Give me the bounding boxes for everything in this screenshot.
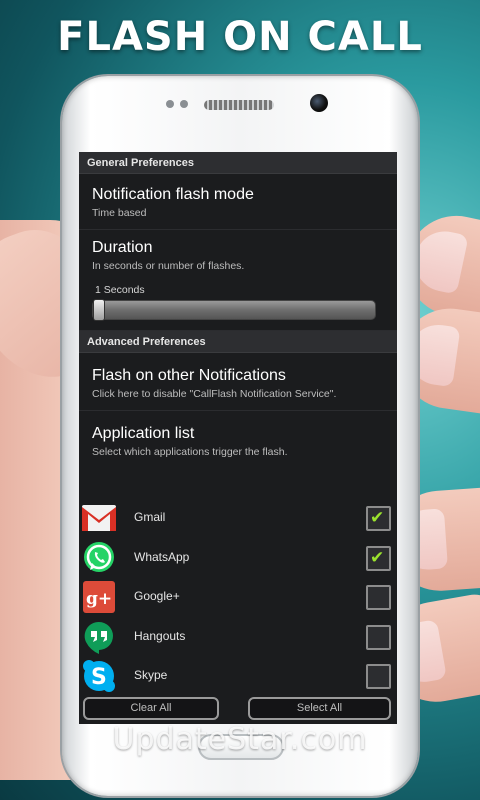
check-mark-icon: ✔: [370, 547, 385, 568]
pref-subtitle: In seconds or number of flashes.: [92, 260, 245, 272]
app-row-whatsapp[interactable]: WhatsApp ✔: [79, 538, 397, 578]
pref-other-notifications[interactable]: Flash on other Notifications Click here …: [79, 353, 397, 411]
gmail-icon: [81, 501, 117, 535]
pref-subtitle: Select which applications trigger the fl…: [92, 446, 288, 458]
pref-title: Flash on other Notifications: [92, 367, 286, 384]
app-checkbox[interactable]: ✔: [366, 545, 391, 571]
app-checkbox[interactable]: [366, 585, 391, 610]
sensor-dot: [180, 100, 188, 108]
check-mark-icon: ✔: [370, 508, 385, 528]
section-header-advanced: Advanced Preferences: [79, 331, 397, 353]
app-name: WhatsApp: [134, 549, 190, 564]
pref-title: Application list: [92, 425, 195, 442]
earpiece-speaker: [204, 100, 274, 110]
pref-notification-mode[interactable]: Notification flash mode Time based: [79, 174, 397, 230]
app-checkbox[interactable]: [366, 624, 391, 650]
pref-application-list[interactable]: Application list Select which applicatio…: [79, 411, 397, 469]
bottom-button-bar: Clear All Select All: [79, 696, 397, 724]
clear-all-button[interactable]: Clear All: [83, 697, 219, 720]
section-header-general: General Preferences: [79, 152, 397, 174]
whatsapp-icon: [81, 541, 117, 575]
pref-title: Notification flash mode: [92, 186, 254, 203]
slider-handle[interactable]: [93, 299, 105, 321]
select-all-button[interactable]: Select All: [248, 697, 391, 720]
app-checkbox[interactable]: [366, 664, 391, 689]
sensor-dot: [166, 100, 174, 108]
app-name: Google+: [134, 589, 180, 603]
app-name: Hangouts: [134, 628, 186, 643]
pref-duration[interactable]: Duration In seconds or number of flashes…: [79, 230, 397, 331]
svg-text:S: S: [91, 665, 107, 690]
banner-title: FLASH ON CALL: [57, 14, 423, 60]
app-row-gmail[interactable]: Gmail ✔: [79, 498, 397, 538]
hangouts-icon: [81, 620, 117, 654]
app-list: Gmail ✔ WhatsApp ✔ g+ Google+ Hangouts S…: [79, 498, 397, 696]
app-checkbox[interactable]: ✔: [366, 506, 391, 531]
svg-text:g+: g+: [86, 589, 112, 609]
front-camera: [310, 94, 328, 112]
app-screen: General Preferences Notification flash m…: [79, 152, 397, 724]
app-row-google-plus[interactable]: g+ Google+: [79, 577, 397, 617]
pref-title: Duration: [92, 239, 153, 256]
pref-subtitle: Time based: [92, 207, 147, 219]
app-name: Gmail: [134, 510, 166, 524]
pref-subtitle: Click here to disable "CallFlash Notific…: [92, 388, 337, 400]
duration-slider[interactable]: [92, 299, 376, 321]
app-row-skype[interactable]: S Skype: [79, 656, 397, 696]
watermark: UpdateStar.com: [112, 722, 368, 757]
skype-icon: S: [81, 659, 117, 693]
google-plus-icon: g+: [81, 580, 117, 614]
slider-value: 1 Seconds: [95, 284, 145, 296]
app-name: Skype: [134, 668, 168, 682]
app-row-hangouts[interactable]: Hangouts: [79, 617, 397, 657]
